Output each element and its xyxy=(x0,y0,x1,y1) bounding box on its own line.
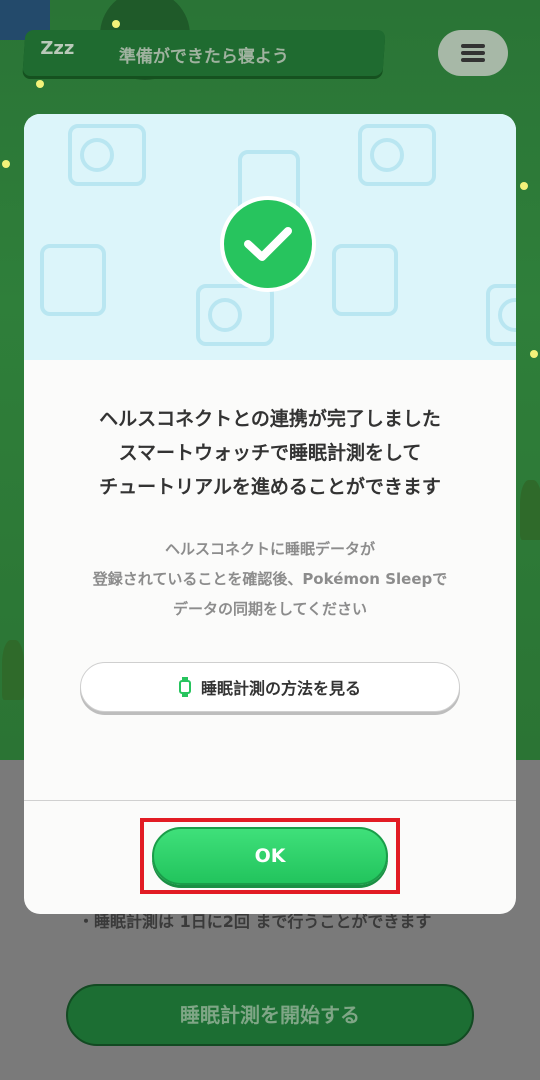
firefly-dot xyxy=(112,20,120,28)
completion-message: ヘルスコネクトとの連携が完了しました スマートウォッチで睡眠計測をして チュート… xyxy=(24,402,516,504)
instruction-line: ヘルスコネクトに睡眠データが xyxy=(164,540,375,558)
dialog-hero-illustration xyxy=(24,114,516,360)
message-line: チュートリアルを進めることができます xyxy=(99,476,441,498)
dialog-divider xyxy=(24,800,516,801)
message-line: ヘルスコネクトとの連携が完了しました xyxy=(99,408,441,430)
firefly-dot xyxy=(520,182,528,190)
instruction-line: データの同期をしてください xyxy=(172,600,368,618)
instruction-line: 登録されていることを確認後、Pokémon Sleepで xyxy=(92,570,448,588)
checkmark-icon xyxy=(220,196,316,292)
firefly-dot xyxy=(2,160,10,168)
how-to-measure-label: 睡眠計測の方法を見る xyxy=(200,679,361,698)
grass-leaf xyxy=(520,480,540,540)
menu-button[interactable] xyxy=(438,30,508,76)
completion-dialog: ヘルスコネクトとの連携が完了しました スマートウォッチで睡眠計測をして チュート… xyxy=(24,114,516,914)
message-line: スマートウォッチで睡眠計測をして xyxy=(118,442,422,464)
card-deco-icon xyxy=(358,124,436,186)
how-to-measure-button[interactable]: 睡眠計測の方法を見る xyxy=(80,662,460,712)
firefly-dot xyxy=(36,80,44,88)
card-deco-icon xyxy=(68,124,146,186)
ok-button-highlight xyxy=(140,818,400,894)
firefly-dot xyxy=(530,350,538,358)
hamburger-menu-icon xyxy=(461,44,485,62)
card-deco-icon xyxy=(486,284,516,346)
smartwatch-icon xyxy=(178,677,191,697)
document-deco-icon xyxy=(40,244,106,316)
start-sleep-button[interactable]: 睡眠計測を開始する xyxy=(66,984,474,1046)
document-deco-icon xyxy=(332,244,398,316)
page-title: 準備ができたら寝よう xyxy=(118,47,289,67)
grass-leaf xyxy=(2,640,24,700)
sync-instructions: ヘルスコネクトに睡眠データが 登録されていることを確認後、Pokémon Sle… xyxy=(24,534,516,624)
title-banner: Zzz 準備ができたら寝よう xyxy=(22,30,386,76)
card-deco-icon xyxy=(196,284,274,346)
